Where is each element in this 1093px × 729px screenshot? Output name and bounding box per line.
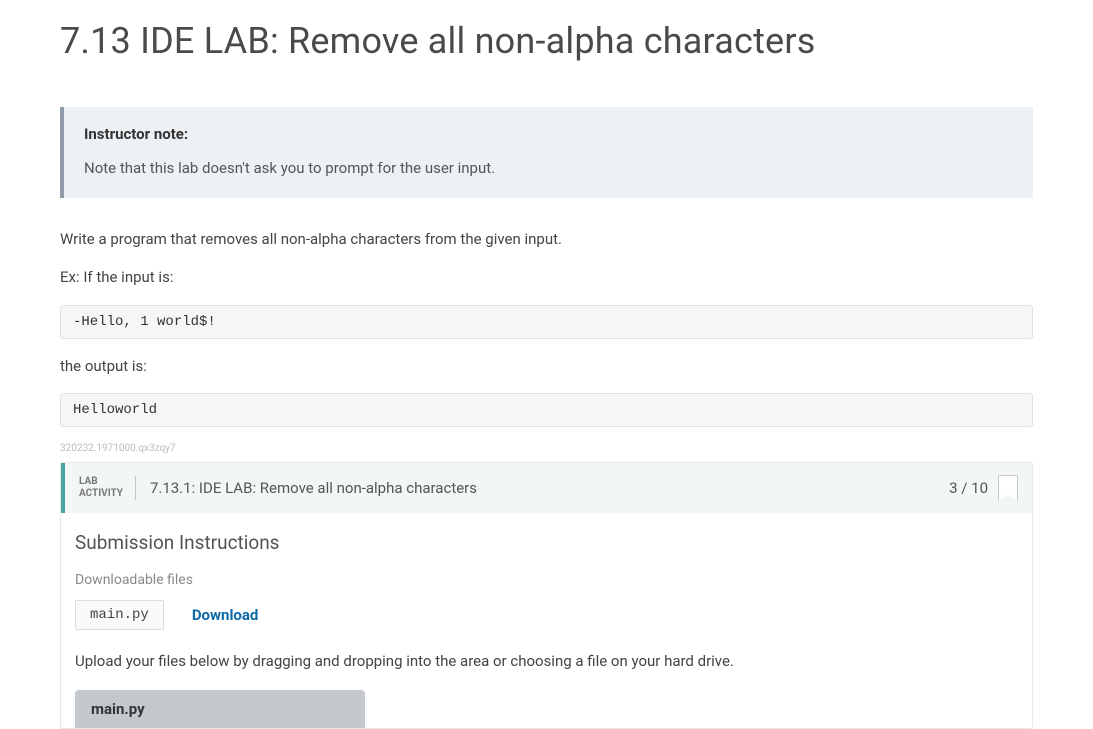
lab-label-line2: ACTIVITY (79, 488, 123, 500)
lab-title: 7.13.1: IDE LAB: Remove all non-alpha ch… (136, 479, 949, 497)
resource-id: 320232.1971000.qx3zqy7 (60, 443, 1033, 454)
lab-header: LAB ACTIVITY 7.13.1: IDE LAB: Remove all… (61, 463, 1032, 513)
instructor-note-title: Instructor note: (84, 125, 1013, 143)
instructor-note-body: Note that this lab doesn't ask you to pr… (84, 157, 1013, 180)
instruction-line-2: Ex: If the input is: (60, 266, 1033, 289)
file-chip: main.py (75, 600, 164, 630)
lab-score: 3 / 10 (949, 479, 988, 497)
instruction-line-1: Write a program that removes all non-alp… (60, 228, 1033, 251)
example-output-code: Helloworld (60, 393, 1033, 427)
lab-panel: LAB ACTIVITY 7.13.1: IDE LAB: Remove all… (60, 462, 1033, 729)
download-link[interactable]: Download (192, 606, 259, 624)
upload-instruction: Upload your files below by dragging and … (75, 652, 1018, 670)
lab-body: Submission Instructions Downloadable fil… (61, 513, 1032, 728)
example-input-code: -Hello, 1 world$! (60, 305, 1033, 339)
upload-tab-mainpy[interactable]: main.py (75, 690, 365, 728)
bookmark-icon[interactable] (998, 475, 1018, 501)
instruction-line-3: the output is: (60, 355, 1033, 378)
downloadable-files-label: Downloadable files (75, 572, 1018, 588)
submission-heading: Submission Instructions (75, 531, 1018, 554)
page-title: 7.13 IDE LAB: Remove all non-alpha chara… (60, 20, 1033, 62)
file-row: main.py Download (75, 600, 1018, 630)
lab-label-line1: LAB (79, 476, 123, 488)
instructor-note-box: Instructor note: Note that this lab does… (60, 107, 1033, 198)
lab-activity-label: LAB ACTIVITY (79, 476, 136, 500)
